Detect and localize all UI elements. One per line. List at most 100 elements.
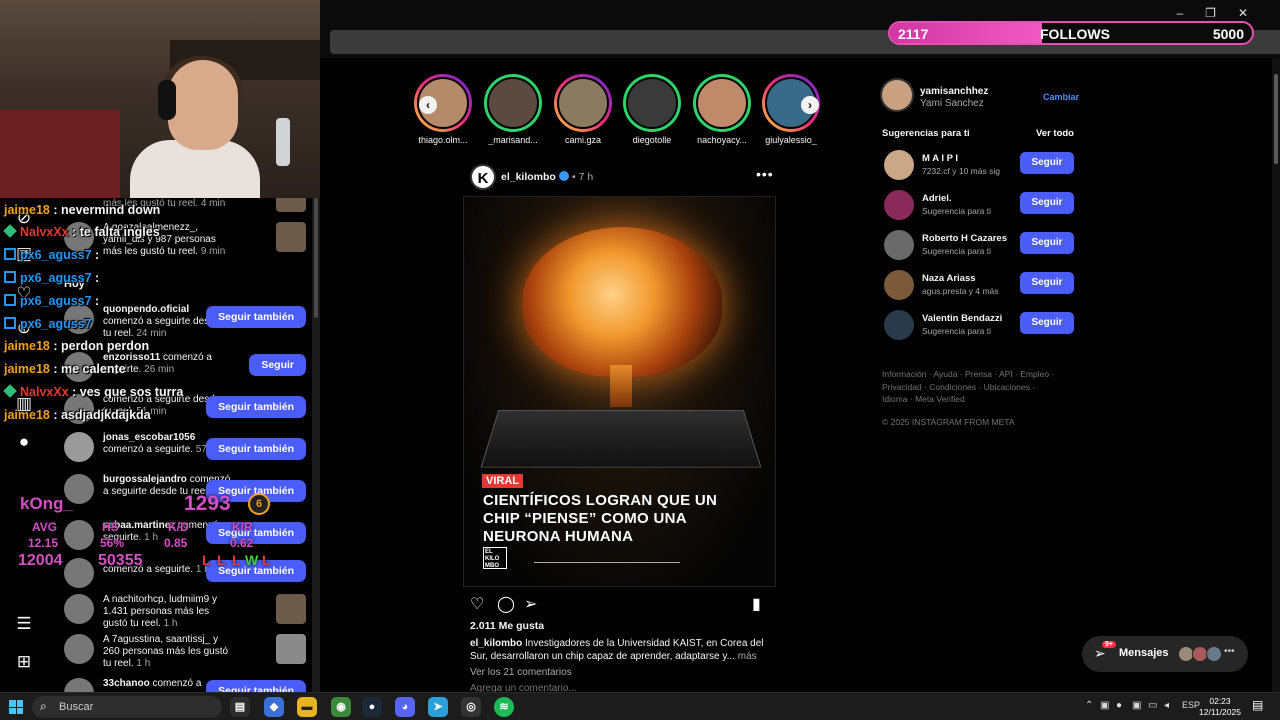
task-view-icon[interactable]: ▤ <box>230 697 250 717</box>
follow-back-button[interactable]: Seguir también <box>206 396 306 418</box>
avatar[interactable] <box>880 78 914 112</box>
copilot-icon[interactable]: ◆ <box>264 697 284 717</box>
switch-account-link[interactable]: Cambiar <box>1043 92 1079 102</box>
taskbar-search[interactable]: ⌕ Buscar <box>32 696 222 718</box>
follow-button[interactable]: Seguir <box>1020 152 1074 174</box>
share-icon[interactable]: ➢ <box>524 594 537 614</box>
like-heart-icon[interactable]: ♡ <box>470 594 484 614</box>
messages-badge: 9+ <box>1102 641 1116 648</box>
brain-illustration <box>522 227 722 377</box>
save-bookmark-icon[interactable]: ▮ <box>752 594 761 614</box>
follow-button[interactable]: Seguir <box>1020 272 1074 294</box>
reel-thumbnail[interactable] <box>276 594 306 624</box>
threads-grid-icon[interactable]: ⊞ <box>14 652 34 672</box>
webcam-headset <box>158 80 176 120</box>
add-comment-input[interactable] <box>470 683 770 692</box>
telegram-icon[interactable]: ➤ <box>428 697 448 717</box>
match-result: L <box>202 552 211 568</box>
follow-button[interactable]: Seguir <box>1020 312 1074 334</box>
avatar[interactable] <box>884 190 914 220</box>
tray-overflow-icon[interactable]: ⌃ <box>1085 700 1093 711</box>
follow-back-button[interactable]: Seguir también <box>206 438 306 460</box>
caption-more-link[interactable]: más <box>738 651 757 662</box>
stat-value: 12.15 <box>28 536 59 550</box>
view-comments-link[interactable]: Ver los 21 comentarios <box>470 667 572 678</box>
page-scrollbar[interactable] <box>1272 58 1280 692</box>
notification-center-icon[interactable]: ▤ <box>1252 698 1268 714</box>
messages-button[interactable]: ➢ 9+ Mensajes ••• <box>1082 636 1248 672</box>
account-username[interactable]: yamisanchhez <box>920 86 988 97</box>
caption-username[interactable]: el_kilombo <box>470 638 522 649</box>
follow-back-button[interactable]: Seguir también <box>206 680 306 692</box>
steam-icon[interactable]: ● <box>362 697 382 717</box>
chrome-icon[interactable]: ◉ <box>331 697 351 717</box>
viral-tag: VIRAL <box>482 474 523 488</box>
stat-label: HS <box>102 520 119 534</box>
window-controls[interactable]: –❐✕ <box>1176 6 1270 20</box>
avatar[interactable] <box>884 310 914 340</box>
follow-button[interactable]: Seguir <box>1020 232 1074 254</box>
windows-start-icon[interactable] <box>9 700 23 714</box>
account-fullname: Yami Sanchez <box>920 98 984 109</box>
post-author-username[interactable]: el_kilombo <box>501 171 556 183</box>
prime-badge-icon <box>4 248 16 260</box>
tray-app-icon[interactable]: ▣ <box>1100 700 1109 711</box>
reel-thumbnail[interactable] <box>276 198 306 212</box>
story-item[interactable]: nachoyacy... <box>692 74 752 145</box>
notification-row[interactable]: jonas_escobar1056 comenzó a seguirte. 57… <box>64 432 312 472</box>
prime-badge-icon <box>4 271 16 283</box>
file-explorer-icon[interactable]: ▬ <box>297 697 317 717</box>
stories-next-icon[interactable]: › <box>801 96 819 114</box>
post-likes-count[interactable]: 2.011 Me gusta <box>470 620 544 632</box>
notifications-scrollbar[interactable] <box>312 198 320 692</box>
stat-big-right: 50355 <box>98 552 143 569</box>
reel-thumbnail[interactable] <box>276 222 306 252</box>
microphone-icon[interactable]: ● <box>1116 700 1122 711</box>
more-icon: ••• <box>1224 646 1235 657</box>
menu-icon[interactable]: ☰ <box>14 614 34 634</box>
footer-links[interactable]: Información · Ayuda · Prensa · API · Emp… <box>882 368 1062 406</box>
notification-row[interactable]: A 7agusstina, saantissj_ y 260 personas … <box>64 634 312 674</box>
stories-prev-icon[interactable]: ‹ <box>419 96 437 114</box>
close-icon[interactable]: ✕ <box>1238 6 1270 20</box>
match-result: L <box>232 552 241 568</box>
post-author-avatar[interactable]: K <box>470 164 496 190</box>
post-image[interactable]: VIRAL CIENTÍFICOS LOGRAN QUE UN CHIP “PI… <box>463 196 776 587</box>
follow-button[interactable]: Seguir <box>249 354 306 376</box>
notification-row[interactable]: 33chanoo comenzó a Seguir también <box>64 678 312 692</box>
sub-badge-icon <box>3 384 17 398</box>
network-icon[interactable]: ▭ <box>1148 700 1157 711</box>
post-headline: CIENTÍFICOS LOGRAN QUE UN CHIP “PIENSE” … <box>483 492 718 545</box>
messages-label: Mensajes <box>1119 647 1169 659</box>
story-item[interactable]: cami.gza <box>553 74 613 145</box>
follow-button[interactable]: Seguir <box>1020 192 1074 214</box>
follows-goal-bar: 2117 FOLLOWS 5000 <box>888 21 1254 45</box>
discord-icon[interactable]: ◕ <box>395 697 415 717</box>
volume-icon[interactable]: ◂ <box>1164 700 1169 711</box>
minimize-icon[interactable]: – <box>1176 6 1205 20</box>
tray-app-icon[interactable]: ▣ <box>1132 700 1141 711</box>
story-item[interactable]: _marisand... <box>483 74 543 145</box>
notification-row[interactable]: A nachitorhcp, ludmiim9 y 1.431 personas… <box>64 594 312 634</box>
taskbar-clock[interactable]: 02:23 12/11/2025 <box>1198 696 1242 718</box>
follow-back-button[interactable]: Seguir también <box>206 306 306 328</box>
see-all-link[interactable]: Ver todo <box>1036 128 1074 139</box>
restore-icon[interactable]: ❐ <box>1205 6 1238 20</box>
avatar[interactable] <box>884 270 914 300</box>
profile-avatar-icon[interactable]: ● <box>14 432 34 452</box>
obs-icon[interactable]: ◎ <box>461 697 481 717</box>
comment-icon[interactable]: ◯ <box>497 594 515 614</box>
stat-value: 56% <box>100 536 125 550</box>
notification-row[interactable]: quonpendo.oficial comenzó a seguirte des… <box>64 304 312 344</box>
chat-message: px6_aguss7 <box>4 317 92 331</box>
avatar <box>64 634 94 664</box>
stat-label: K/R <box>232 520 253 534</box>
avatar[interactable] <box>884 150 914 180</box>
post-more-options-icon[interactable]: ••• <box>756 166 774 182</box>
story-item[interactable]: diegotolle <box>622 74 682 145</box>
suggestion-item: Naza Ariass agus.presta y 4 más Seguir <box>884 270 1076 302</box>
reel-thumbnail[interactable] <box>276 634 306 664</box>
spotify-icon[interactable]: ≋ <box>494 697 514 717</box>
follows-current: 2117 <box>898 26 929 42</box>
avatar[interactable] <box>884 230 914 260</box>
